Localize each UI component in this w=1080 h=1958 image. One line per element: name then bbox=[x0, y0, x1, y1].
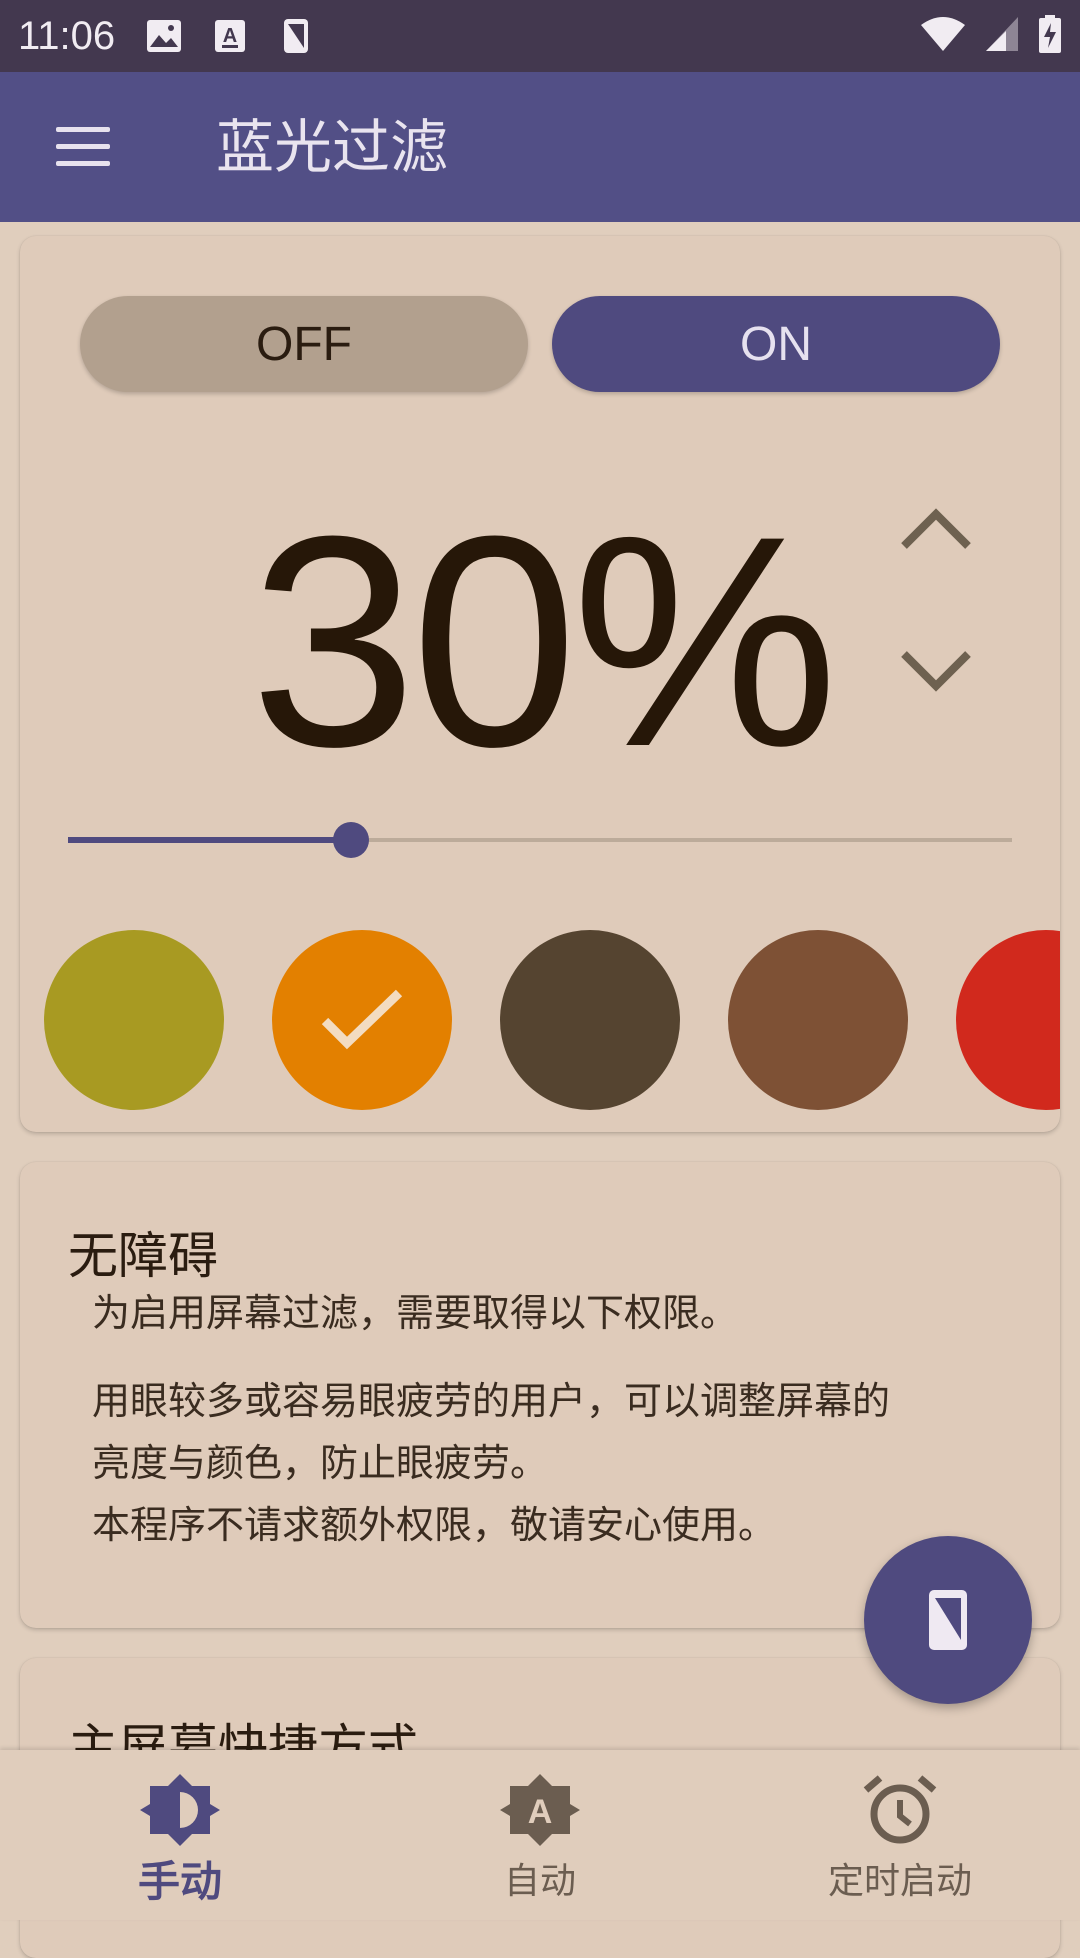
svg-text:A: A bbox=[528, 1793, 553, 1831]
alarm-clock-icon bbox=[863, 1775, 937, 1844]
auto-brightness-icon: A bbox=[500, 1774, 580, 1846]
description-line-2: 亮度与颜色，防止眼疲劳。 bbox=[92, 1441, 549, 1485]
color-swatch-dark-brown[interactable] bbox=[500, 930, 680, 1110]
decrease-arrow-icon[interactable] bbox=[896, 640, 976, 700]
status-bar: 11:06 A bbox=[0, 0, 1080, 72]
nav-manual[interactable]: 手动 bbox=[0, 1750, 360, 1920]
description-line-3: 本程序不请求额外权限，敬请安心使用。 bbox=[92, 1503, 777, 1547]
filter-card: OFF ON 30% bbox=[20, 236, 1060, 1132]
font-a-icon: A bbox=[211, 17, 249, 55]
nav-timer-label: 定时启动 bbox=[827, 1861, 972, 1902]
color-swatch-brown[interactable] bbox=[728, 930, 908, 1110]
bottom-navigation: 手动 A 自动 定时启动 bbox=[0, 1750, 1080, 1920]
wifi-icon bbox=[920, 15, 966, 57]
permission-note: 为启用屏幕过滤，需要取得以下权限。 bbox=[92, 1291, 739, 1335]
svg-text:A: A bbox=[223, 25, 237, 47]
screen-filter-icon bbox=[277, 17, 315, 55]
description-line-1: 用眼较多或容易眼疲劳的用户，可以调整屏幕的 bbox=[92, 1379, 891, 1423]
signal-icon bbox=[984, 15, 1020, 57]
nav-auto-label: 自动 bbox=[503, 1861, 576, 1902]
slider-fill bbox=[68, 837, 352, 843]
check-icon bbox=[321, 989, 403, 1050]
nav-manual-label: 手动 bbox=[137, 1857, 222, 1906]
brightness-icon bbox=[140, 1774, 220, 1846]
battery-charging-icon bbox=[1038, 14, 1062, 58]
screen-filter-icon bbox=[929, 1590, 967, 1650]
filter-percent: 30% bbox=[250, 473, 838, 809]
slider-thumb[interactable] bbox=[333, 822, 370, 858]
increase-arrow-icon[interactable] bbox=[896, 500, 976, 560]
app-title: 蓝光过滤 bbox=[216, 113, 449, 181]
accessibility-heading: 无障碍 bbox=[68, 1227, 218, 1285]
status-time: 11:06 bbox=[18, 13, 116, 58]
nav-auto[interactable]: A 自动 bbox=[360, 1750, 720, 1920]
app-bar: 蓝光过滤 bbox=[0, 72, 1080, 222]
on-button[interactable]: ON bbox=[552, 296, 1000, 392]
nav-timer[interactable]: 定时启动 bbox=[720, 1750, 1080, 1920]
intensity-slider[interactable] bbox=[68, 820, 1012, 860]
filter-fab-button[interactable] bbox=[864, 1536, 1032, 1704]
image-icon bbox=[145, 17, 183, 55]
off-button[interactable]: OFF bbox=[80, 296, 528, 392]
color-swatch-olive[interactable] bbox=[44, 930, 224, 1110]
hamburger-menu-icon[interactable] bbox=[52, 117, 112, 177]
color-swatch-red[interactable] bbox=[956, 930, 1060, 1110]
color-swatch-orange[interactable] bbox=[272, 930, 452, 1110]
